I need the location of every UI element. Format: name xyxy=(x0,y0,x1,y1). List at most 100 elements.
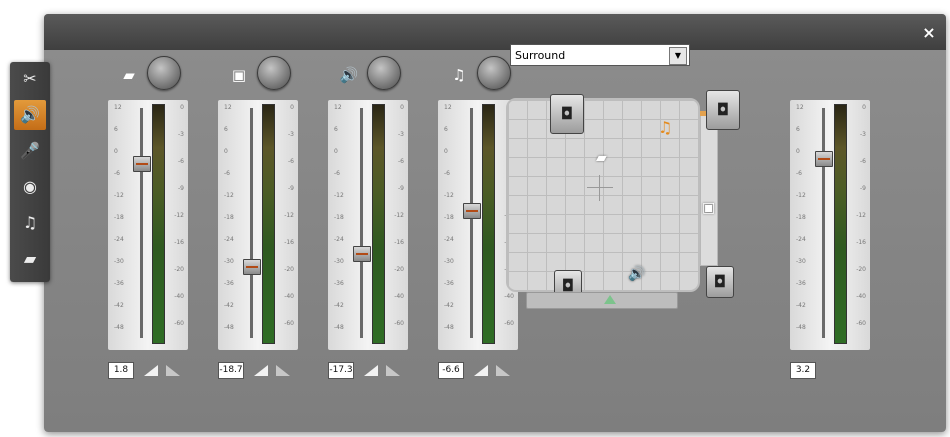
video-audio-position-icon[interactable]: ▰ xyxy=(596,150,607,166)
scale-tick: -24 xyxy=(224,236,234,243)
volume-value[interactable]: -17.3 xyxy=(328,362,354,379)
pan-knob[interactable] xyxy=(147,56,181,90)
level-meter xyxy=(834,104,847,344)
fade-out-icon[interactable] xyxy=(386,365,400,376)
close-button[interactable]: × xyxy=(920,24,938,42)
scale-tick: 0 xyxy=(796,148,800,155)
scale-tick: -40 xyxy=(504,293,514,300)
scale-tick: 0 xyxy=(114,148,118,155)
scissors-icon[interactable]: ✂ xyxy=(14,64,46,94)
scale-tick: -9 xyxy=(288,185,294,192)
scale-tick: -30 xyxy=(114,258,124,265)
scale-tick: 6 xyxy=(796,126,800,133)
pan-knob[interactable] xyxy=(367,56,401,90)
volume-value[interactable]: -18.7 xyxy=(218,362,244,379)
scale-tick: -60 xyxy=(284,320,294,327)
rear-right-speaker-icon: ◘ xyxy=(706,266,734,298)
master-fader-thumb[interactable] xyxy=(815,151,833,168)
fader-track xyxy=(140,108,143,338)
scale-tick: -6 xyxy=(178,158,184,165)
camera-icon: ▰ xyxy=(123,66,135,84)
fade-in-icon[interactable] xyxy=(474,365,488,376)
fader-track xyxy=(822,108,825,338)
chevron-down-icon[interactable]: ▼ xyxy=(669,47,687,65)
level-meter xyxy=(262,104,275,344)
fader-thumb[interactable] xyxy=(353,246,371,263)
surround-side-slider[interactable] xyxy=(700,111,718,266)
master-volume-value[interactable]: 3.2 xyxy=(790,362,816,379)
scale-tick: -9 xyxy=(860,185,866,192)
side-toolbar: ✂ 🔊 🎤 ◉ ♫ ▰ xyxy=(10,62,50,282)
scale-tick: 0 xyxy=(862,104,866,111)
channel-meter: 12 6 0 -6 -12 -18 -24 -30 -36 -42 -48 0 -3 -6 -9 -12 -16… xyxy=(108,100,188,350)
scale-tick: -60 xyxy=(856,320,866,327)
scale-tick: 12 xyxy=(444,104,452,111)
scale-tick: -20 xyxy=(856,266,866,273)
scale-tick: -40 xyxy=(856,293,866,300)
master-meter: 12 6 0 -6 -12 -18 -24 -30 -36 -42 -48 0 -3 -6 -9 -12 -1… xyxy=(790,100,870,350)
channel-meter: 12 6 0 -6 -12 -18 -24 -30 -36 -42 -48 0 -3 -6 -9 -12 -16… xyxy=(218,100,298,350)
scale-tick: 12 xyxy=(114,104,122,111)
music-position-icon[interactable]: ♫ xyxy=(658,118,672,137)
window-titlebar[interactable] xyxy=(44,14,946,50)
surround-dropdown[interactable]: Surround ▼ xyxy=(510,44,690,66)
fade-out-icon[interactable] xyxy=(166,365,180,376)
surround-bottom-bar[interactable] xyxy=(526,292,678,309)
scale-tick: -60 xyxy=(504,320,514,327)
scale-tick: -12 xyxy=(444,192,454,199)
center-crosshair-icon xyxy=(587,175,613,201)
scale-tick: -36 xyxy=(796,280,806,287)
fader-thumb[interactable] xyxy=(133,155,151,172)
scale-tick: -36 xyxy=(334,280,344,287)
fade-in-icon[interactable] xyxy=(364,365,378,376)
scale-tick: -16 xyxy=(174,239,184,246)
scale-tick: -6 xyxy=(224,170,230,177)
scale-tick: -60 xyxy=(174,320,184,327)
scale-tick: -24 xyxy=(114,236,124,243)
narration-position-icon[interactable]: ▣ xyxy=(702,200,715,216)
pan-knob[interactable] xyxy=(477,56,511,90)
up-arrow-icon[interactable] xyxy=(604,295,616,304)
scale-tick: -9 xyxy=(398,185,404,192)
audio-volume-icon[interactable]: 🔊 xyxy=(14,100,46,130)
fader-thumb[interactable] xyxy=(463,203,481,220)
scale-tick: -18 xyxy=(114,214,124,221)
scale-tick: -40 xyxy=(284,293,294,300)
scale-tick: -40 xyxy=(394,293,404,300)
fade-out-icon[interactable] xyxy=(276,365,290,376)
scale-tick: -20 xyxy=(174,266,184,273)
music-note-icon[interactable]: ♫ xyxy=(14,208,46,238)
disc-icon: ▣ xyxy=(231,66,247,84)
front-left-speaker-icon: ◘ xyxy=(550,94,584,134)
fade-in-icon[interactable] xyxy=(254,365,268,376)
scale-tick: -30 xyxy=(444,258,454,265)
scale-tick: -18 xyxy=(444,214,454,221)
sound-effects-position-icon[interactable]: 🔊 xyxy=(628,266,645,282)
pan-knob[interactable] xyxy=(257,56,291,90)
disc-icon[interactable]: ◉ xyxy=(14,172,46,202)
scale-tick: 6 xyxy=(224,126,228,133)
scale-tick: 12 xyxy=(334,104,342,111)
fade-in-icon[interactable] xyxy=(144,365,158,376)
scale-tick: -12 xyxy=(796,192,806,199)
scale-tick: -42 xyxy=(796,302,806,309)
scale-tick: -30 xyxy=(796,258,806,265)
fader-thumb[interactable] xyxy=(243,259,261,276)
volume-value[interactable]: 1.8 xyxy=(108,362,134,379)
value-row: -18.7 xyxy=(218,362,298,382)
scale-tick: -12 xyxy=(334,192,344,199)
scale-tick: -42 xyxy=(444,302,454,309)
camera-icon[interactable]: ▰ xyxy=(14,244,46,274)
scale-tick: -24 xyxy=(796,236,806,243)
scale-tick: -18 xyxy=(796,214,806,221)
scale-tick: -16 xyxy=(394,239,404,246)
scale-tick: -18 xyxy=(224,214,234,221)
scale-tick: -12 xyxy=(114,192,124,199)
volume-value[interactable]: -6.6 xyxy=(438,362,464,379)
microphone-icon[interactable]: 🎤 xyxy=(14,136,46,166)
scale-tick: -3 xyxy=(860,131,866,138)
scale-tick: -48 xyxy=(334,324,344,331)
scale-tick: -36 xyxy=(114,280,124,287)
fade-out-icon[interactable] xyxy=(496,365,510,376)
speaker-icon: 🔊 xyxy=(339,66,359,84)
